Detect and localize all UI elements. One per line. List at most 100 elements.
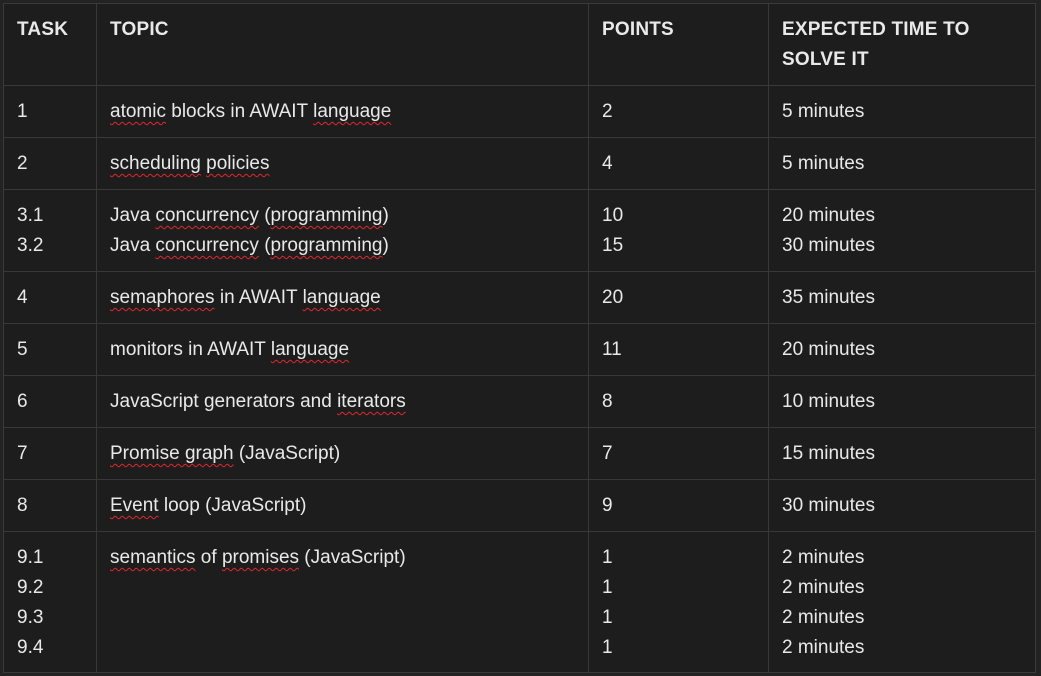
points-cell: 9 xyxy=(588,480,768,531)
misspelled-word[interactable]: programming xyxy=(271,235,383,256)
table-row: 8 Event loop (JavaScript) 9 30 minutes xyxy=(4,480,1035,532)
misspelled-word[interactable]: programming xyxy=(271,205,383,226)
topic-cell: Promise graph (JavaScript) xyxy=(96,428,588,479)
task-table: TASK TOPIC POINTS EXPECTED TIME TO SOLVE… xyxy=(3,3,1036,673)
topic-text: (JavaScript) xyxy=(233,443,341,464)
topic-cell-line: Event loop (JavaScript) xyxy=(110,491,588,521)
task-cell-line: 3.1 xyxy=(17,205,44,226)
table-row: 9.1 9.2 9.3 9.4 semantics of promises (JavaS… xyxy=(4,532,1035,672)
task-cell: 9.1 9.2 9.3 9.4 xyxy=(4,532,96,672)
topic-text: blocks in AWAIT xyxy=(165,101,314,122)
misspelled-word[interactable]: language xyxy=(313,101,391,122)
header-topic: TOPIC xyxy=(96,4,588,85)
time-cell: 35 minutes xyxy=(768,272,1035,323)
points-cell: 10 15 xyxy=(588,190,768,271)
table-row: 3.1 3.2 Java concurrency (programming) Java… xyxy=(4,190,1035,272)
points-cell-line: 8 xyxy=(602,391,613,412)
time-cell-line: 2 minutes xyxy=(782,577,865,598)
topic-cell: scheduling policies xyxy=(96,138,588,189)
misspelled-word[interactable]: semantics xyxy=(110,547,196,568)
table-row: 6 JavaScript generators and iterators 8 10 … xyxy=(4,376,1035,428)
topic-cell-line: scheduling policies xyxy=(110,149,588,179)
points-cell-line: 1 xyxy=(602,547,613,568)
time-cell-line: 15 minutes xyxy=(782,443,875,464)
misspelled-word[interactable]: policies xyxy=(206,153,269,174)
task-cell: 4 xyxy=(4,272,96,323)
points-cell: 7 xyxy=(588,428,768,479)
misspelled-word[interactable]: iterators xyxy=(337,391,406,412)
misspelled-word[interactable]: language xyxy=(271,339,349,360)
time-cell-line: 2 minutes xyxy=(782,547,865,568)
time-cell: 15 minutes xyxy=(768,428,1035,479)
topic-cell-line: Promise graph (JavaScript) xyxy=(110,439,588,469)
task-cell: 3.1 3.2 xyxy=(4,190,96,271)
points-cell: 11 xyxy=(588,324,768,375)
task-cell: 6 xyxy=(4,376,96,427)
points-cell-line: 1 xyxy=(602,637,613,658)
topic-text: ( xyxy=(258,235,271,256)
time-cell: 10 minutes xyxy=(768,376,1035,427)
task-cell-line: 4 xyxy=(17,287,28,308)
misspelled-word[interactable]: atomic xyxy=(110,101,166,122)
time-cell-line: 20 minutes xyxy=(782,205,875,226)
misspelled-word[interactable]: Promise graph xyxy=(110,443,234,464)
misspelled-word[interactable]: language xyxy=(303,287,381,308)
points-cell: 4 xyxy=(588,138,768,189)
time-cell: 2 minutes 2 minutes 2 minutes 2 minutes xyxy=(768,532,1035,672)
task-cell-line: 6 xyxy=(17,391,28,412)
topic-cell-line: atomic blocks in AWAIT language xyxy=(110,97,588,127)
time-cell-line: 30 minutes xyxy=(782,495,875,516)
task-cell: 5 xyxy=(4,324,96,375)
points-cell-line: 10 xyxy=(602,205,624,226)
task-cell-line: 9.4 xyxy=(17,637,44,658)
time-cell-line: 10 minutes xyxy=(782,391,875,412)
topic-text: of xyxy=(195,547,222,568)
points-cell-line: 7 xyxy=(602,443,613,464)
table-row: 2 scheduling policies 4 5 minutes xyxy=(4,138,1035,190)
misspelled-word[interactable]: Event xyxy=(110,495,159,516)
topic-text: ( xyxy=(258,205,271,226)
points-cell-line: 20 xyxy=(602,287,624,308)
header-task: TASK xyxy=(17,19,69,40)
misspelled-word[interactable]: promises xyxy=(222,547,299,568)
time-cell: 20 minutes 30 minutes xyxy=(768,190,1035,271)
table-row: 7 Promise graph (JavaScript) 7 15 minutes xyxy=(4,428,1035,480)
task-cell: 1 xyxy=(4,86,96,137)
topic-cell-line: semantics of promises (JavaScript) xyxy=(110,543,588,573)
topic-cell: semantics of promises (JavaScript) xyxy=(96,532,588,672)
topic-text: Java xyxy=(110,205,156,226)
topic-cell: Event loop (JavaScript) xyxy=(96,480,588,531)
topic-cell-line: JavaScript generators and iterators xyxy=(110,387,588,417)
task-cell: 7 xyxy=(4,428,96,479)
table-row: 4 semaphores in AWAIT language 20 35 minute… xyxy=(4,272,1035,324)
points-cell-line: 15 xyxy=(602,235,624,256)
task-cell-line: 2 xyxy=(17,153,28,174)
topic-cell-line: Java concurrency (programming) xyxy=(110,201,588,231)
topic-text: loop (JavaScript) xyxy=(158,495,307,516)
time-cell: 5 minutes xyxy=(768,86,1035,137)
task-cell-line: 3.2 xyxy=(17,235,44,256)
time-cell-line: 2 minutes xyxy=(782,637,865,658)
task-cell-line: 9.3 xyxy=(17,607,44,628)
points-cell-line: 1 xyxy=(602,607,613,628)
task-cell-line: 7 xyxy=(17,443,28,464)
points-cell-line: 9 xyxy=(602,495,613,516)
misspelled-word[interactable]: scheduling xyxy=(110,153,201,174)
topic-text: Java xyxy=(110,235,156,256)
misspelled-word[interactable]: concurrency xyxy=(155,235,259,256)
time-cell-line: 2 minutes xyxy=(782,607,865,628)
task-cell: 2 xyxy=(4,138,96,189)
topic-cell: semaphores in AWAIT language xyxy=(96,272,588,323)
header-points: POINTS xyxy=(588,4,768,85)
points-cell-line: 2 xyxy=(602,101,613,122)
topic-cell-line: Java concurrency (programming) xyxy=(110,231,588,261)
topic-text: JavaScript generators and xyxy=(110,391,338,412)
table-header-row: TASK TOPIC POINTS EXPECTED TIME TO SOLVE… xyxy=(4,4,1035,86)
points-cell-line: 11 xyxy=(602,339,622,360)
points-cell: 1 1 1 1 xyxy=(588,532,768,672)
misspelled-word[interactable]: concurrency xyxy=(155,205,259,226)
time-cell-line: 30 minutes xyxy=(782,235,875,256)
misspelled-word[interactable]: semaphores xyxy=(110,287,215,308)
task-cell-line: 1 xyxy=(17,101,28,122)
points-cell: 20 xyxy=(588,272,768,323)
